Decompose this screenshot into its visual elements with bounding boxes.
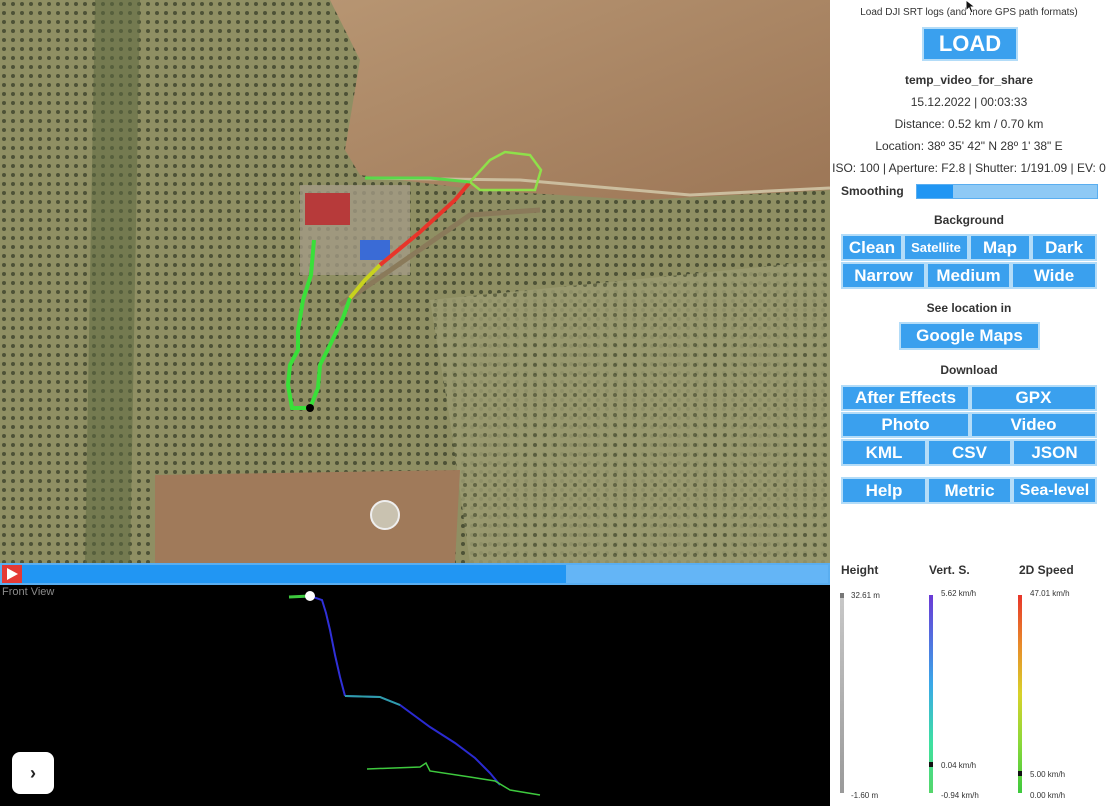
width-wide-button[interactable]: Wide [1011, 262, 1097, 289]
background-title: Background [933, 213, 1004, 227]
timeline-remaining-range [566, 565, 828, 583]
download-photo-button[interactable]: Photo [841, 412, 970, 438]
mouse-cursor-icon [965, 0, 977, 14]
timeline-scrubber[interactable] [0, 563, 830, 585]
file-name: temp_video_for_share [904, 73, 1034, 87]
satellite-map[interactable] [0, 0, 830, 563]
height-gauge-title: Height [841, 563, 879, 577]
vertical-speed-gauge-title: Vert. S. [929, 563, 970, 577]
speed-gauge-max: 47.01 km/h [1030, 589, 1070, 598]
see-location-title: See location in [926, 301, 1012, 315]
flight-location: Location: 38º 35' 42" N 28º 1' 38" E [875, 139, 1063, 153]
background-dark-button[interactable]: Dark [1031, 234, 1097, 261]
smoothing-label: Smoothing [841, 184, 904, 198]
vertical-speed-gauge-current: 0.04 km/h [941, 761, 977, 770]
download-kml-button[interactable]: KML [841, 439, 927, 466]
load-button[interactable]: LOAD [922, 27, 1018, 61]
height-gauge-max: 32.61 m [851, 591, 880, 600]
width-medium-button[interactable]: Medium [926, 262, 1011, 289]
background-clean-button[interactable]: Clean [841, 234, 903, 261]
timeline-played-range [22, 565, 566, 583]
speed-gauge-min: 0.00 km/h [1030, 791, 1066, 800]
download-after-effects-button[interactable]: After Effects [841, 385, 970, 411]
control-panel: Load DJI SRT logs (and more GPS path for… [830, 0, 1108, 563]
vertical-speed-gauge-max: 5.62 km/h [941, 589, 977, 598]
download-title: Download [940, 363, 998, 377]
metric-button[interactable]: Metric [927, 477, 1012, 504]
sea-level-button[interactable]: Sea-level [1012, 477, 1097, 504]
expand-panel-button[interactable]: › [12, 752, 54, 794]
telemetry-gauges: Height 32.61 m -1.60 m Vert. S. 5.62 km/… [830, 563, 1108, 806]
help-button[interactable]: Help [841, 477, 927, 504]
download-json-button[interactable]: JSON [1012, 439, 1097, 466]
flight-datetime: 15.12.2022 | 00:03:33 [910, 95, 1028, 109]
speed-gauge-bar [1018, 595, 1022, 793]
background-satellite-button[interactable]: Satellite [903, 234, 969, 261]
camera-settings: ISO: 100 | Aperture: F2.8 | Shutter: 1/1… [832, 161, 1106, 175]
front-view-profile [288, 591, 541, 796]
front-view-label: Front View [2, 586, 55, 598]
vertical-speed-gauge-marker [929, 762, 933, 767]
chevron-right-icon: › [30, 762, 36, 783]
speed-gauge-title: 2D Speed [1019, 563, 1074, 577]
play-button[interactable] [2, 565, 22, 583]
front-view-panel: Front View › [0, 585, 830, 806]
google-maps-button[interactable]: Google Maps [899, 322, 1040, 350]
flight-distance: Distance: 0.52 km / 0.70 km [894, 117, 1044, 131]
height-gauge-marker [840, 593, 844, 598]
speed-gauge-marker [1018, 771, 1022, 776]
width-narrow-button[interactable]: Narrow [841, 262, 926, 289]
download-gpx-button[interactable]: GPX [970, 385, 1097, 411]
height-gauge-bar [840, 595, 844, 793]
smoothing-slider[interactable] [916, 184, 1098, 199]
download-video-button[interactable]: Video [970, 412, 1097, 438]
map-imagery [0, 0, 830, 563]
download-csv-button[interactable]: CSV [927, 439, 1012, 466]
height-gauge-min: -1.60 m [851, 791, 879, 800]
speed-gauge-current: 5.00 km/h [1030, 770, 1066, 779]
smoothing-slider-fill [917, 185, 953, 198]
vertical-speed-gauge-min: -0.94 km/h [941, 791, 979, 800]
background-map-button[interactable]: Map [969, 234, 1031, 261]
